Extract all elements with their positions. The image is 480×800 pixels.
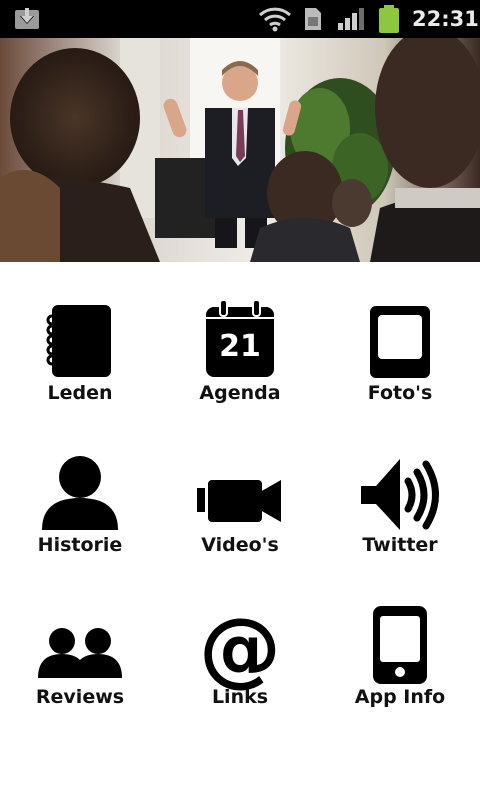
sim-card-icon <box>305 8 321 30</box>
menu-item-historie[interactable]: Historie <box>0 414 160 564</box>
menu-item-label: Agenda <box>199 382 281 404</box>
svg-text:@: @ <box>199 601 281 691</box>
download-icon[interactable] <box>14 6 40 30</box>
calendar-day: 21 <box>219 329 261 364</box>
notebook-icon <box>46 305 111 377</box>
menu-item-app-info[interactable]: App Info <box>320 566 480 716</box>
battery-icon <box>379 5 399 33</box>
menu-item-label: Twitter <box>362 534 438 556</box>
menu-item-reviews[interactable]: Reviews <box>0 566 160 716</box>
status-bar: 22:31 <box>0 0 480 38</box>
menu-item-leden[interactable]: Leden <box>0 262 160 412</box>
menu-item-label: Leden <box>47 382 113 404</box>
person-icon <box>42 456 118 530</box>
status-time: 22:31 <box>412 7 479 31</box>
presenter-photo <box>0 38 480 262</box>
phone-icon <box>373 606 427 684</box>
video-camera-icon <box>197 480 281 522</box>
menu-item-links[interactable]: @ Links <box>160 566 320 716</box>
signal-icon <box>338 8 364 30</box>
hero-image <box>0 38 480 262</box>
menu-item-fotos[interactable]: Foto's <box>320 262 480 412</box>
wifi-icon <box>258 7 292 32</box>
people-icon <box>38 628 122 678</box>
menu-item-label: Reviews <box>35 686 125 708</box>
menu-item-twitter[interactable]: Twitter <box>320 414 480 564</box>
at-sign-icon: @ <box>199 601 281 691</box>
speaker-icon <box>361 459 439 530</box>
menu-grid: Leden 21 Agenda Foto's Historie Video's … <box>0 262 480 800</box>
menu-item-label: App Info <box>354 686 446 708</box>
menu-item-videos[interactable]: Video's <box>160 414 320 564</box>
menu-item-label: Video's <box>201 534 279 556</box>
calendar-icon: 21 <box>206 299 274 377</box>
menu-item-agenda[interactable]: 21 Agenda <box>160 262 320 412</box>
menu-item-label: Historie <box>37 534 123 556</box>
photo-frame-icon <box>370 306 430 378</box>
menu-item-label: Foto's <box>367 382 433 404</box>
menu-item-label: Links <box>211 686 269 708</box>
